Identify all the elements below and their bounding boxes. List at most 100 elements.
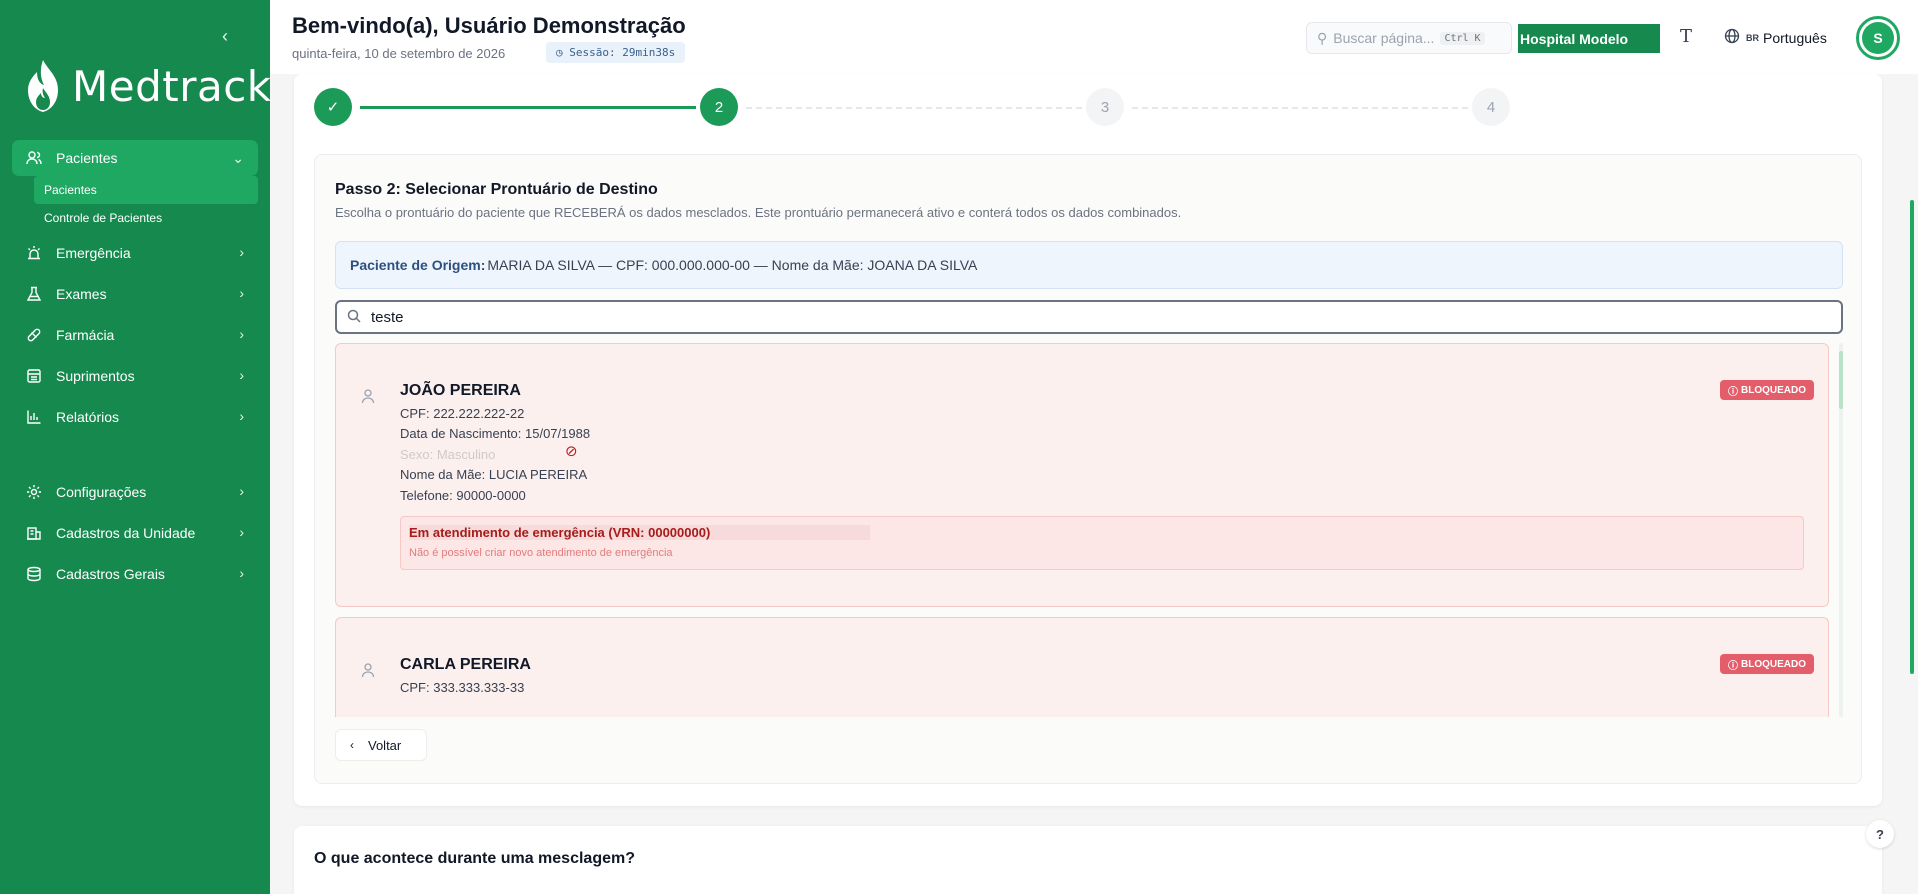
building-icon [24, 523, 44, 543]
chevron-right-icon: › [239, 408, 244, 424]
language-selector[interactable]: BR Português [1724, 28, 1827, 47]
emergency-alert-subtitle: Não é possível criar novo atendimento de… [409, 547, 673, 559]
font-size-icon[interactable]: T [1680, 26, 1692, 47]
patient-search-input[interactable]: teste [335, 300, 1843, 334]
sidebar-item-suprimentos[interactable]: Suprimentos › [0, 355, 270, 396]
chevron-right-icon: › [239, 285, 244, 301]
step-description: Escolha o prontuário do paciente que REC… [335, 205, 1182, 220]
users-icon [24, 148, 44, 168]
sidebar-item-label: Farmácia [56, 326, 115, 343]
patient-name: CARLA PEREIRA [400, 656, 531, 673]
results-scrollbar-thumb[interactable] [1839, 351, 1843, 409]
help-icon[interactable]: ? [1866, 820, 1894, 848]
search-icon: ⚲ [1317, 29, 1328, 46]
database-icon [24, 564, 44, 584]
sidebar-item-exames[interactable]: Exames › [0, 273, 270, 314]
avatar-initial: S [1862, 22, 1894, 54]
sidebar-item-label: Emergência [56, 244, 131, 261]
medtrack-flame-icon [28, 60, 58, 112]
sidebar-nav: Pacientes ⌄ Pacientes Controle de Pacien… [0, 140, 270, 594]
sidebar-item-emergencia[interactable]: Emergência › [0, 232, 270, 273]
blocked-badge-text: BLOQUEADO [1741, 384, 1806, 396]
patient-mother-name: Nome da Mãe: LUCIA PEREIRA [400, 467, 588, 482]
search-icon [347, 309, 361, 326]
origin-value: MARIA DA SILVA — CPF: 000.000.000-00 — N… [487, 257, 978, 273]
chevron-down-icon: ⌄ [232, 150, 244, 166]
patient-name: JOÃO PEREIRA [400, 382, 521, 399]
sidebar-subitem-controle-pacientes[interactable]: Controle de Pacientes [34, 204, 270, 232]
patient-cpf: CPF: 333.333.333-33 [400, 680, 525, 695]
chevron-left-icon: ‹ [350, 738, 354, 752]
step-connector-1 [360, 106, 696, 109]
step-2-current[interactable]: 2 [700, 88, 738, 126]
page-scrollbar[interactable] [1910, 200, 1914, 674]
sidebar-subitem-pacientes[interactable]: Pacientes [34, 176, 258, 204]
search-results-list[interactable]: JOÃO PEREIRA ⓘ BLOQUEADO CPF: 222.222.222… [335, 343, 1843, 717]
chevron-right-icon: › [239, 524, 244, 540]
chevron-right-icon: › [239, 565, 244, 581]
sidebar-item-label: Suprimentos [56, 367, 135, 384]
chevron-right-icon: › [239, 326, 244, 342]
blocked-badge-text: BLOQUEADO [1741, 658, 1806, 670]
user-avatar[interactable]: S [1856, 16, 1900, 60]
sidebar-item-cadastros-gerais[interactable]: Cadastros Gerais › [0, 553, 270, 594]
sidebar-item-relatorios[interactable]: Relatórios › [0, 396, 270, 437]
back-button-label: Voltar [368, 737, 402, 753]
box-icon [24, 366, 44, 386]
sidebar-item-label: Pacientes [56, 150, 118, 166]
step-2-panel: Passo 2: Selecionar Prontuário de Destin… [314, 154, 1862, 784]
sidebar-item-cadastros-unidade[interactable]: Cadastros da Unidade › [0, 512, 270, 553]
siren-icon [24, 243, 44, 263]
chevron-right-icon: › [239, 367, 244, 383]
step-4: 4 [1472, 88, 1510, 126]
globe-icon [1724, 28, 1740, 47]
user-icon [360, 662, 376, 683]
check-icon: ✓ [326, 99, 340, 116]
step-connector-2 [746, 107, 1082, 109]
page-search-placeholder: Buscar página... [1333, 30, 1435, 46]
back-button[interactable]: ‹ Voltar [335, 729, 427, 761]
welcome-title: Bem-vindo(a), Usuário Demonstração [292, 13, 686, 38]
merge-wizard-card: ✓ 2 3 4 Passo 2: Selecionar Prontuário d… [294, 74, 1882, 806]
patient-result-card[interactable]: CARLA PEREIRA ⓘ BLOQUEADO CPF: 333.333.33… [335, 617, 1829, 717]
merge-info-question: O que acontece durante uma mesclagem? [314, 850, 635, 867]
session-timer-text: Sessão: 29min38s [569, 46, 676, 59]
hospital-selector[interactable]: Hospital Modelo [1518, 24, 1660, 53]
sidebar-item-configuracoes[interactable]: Configurações › [0, 471, 270, 512]
sidebar-item-pacientes[interactable]: Pacientes ⌄ [12, 140, 258, 176]
step-title: Passo 2: Selecionar Prontuário de Destin… [335, 181, 658, 198]
patient-sex: Sexo: Masculino [400, 447, 496, 462]
flask-icon [24, 284, 44, 304]
session-timer: ◷ Sessão: 29min38s [546, 42, 686, 63]
alert-circle-icon: ⓘ [1728, 660, 1738, 672]
clock-icon: ◷ [556, 46, 570, 59]
top-header: Bem-vindo(a), Usuário Demonstração quint… [270, 0, 1918, 74]
sidebar-item-label: Configurações [56, 483, 147, 500]
user-icon [360, 388, 376, 409]
gear-icon [24, 482, 44, 502]
sidebar: ‹ Medtrack Pacientes ⌄ Pacientes Control… [0, 0, 272, 894]
merge-info-card: O que acontece durante uma mesclagem? [294, 826, 1882, 894]
search-shortcut-hint: Ctrl K [1440, 31, 1485, 45]
page-search-input[interactable]: ⚲ Buscar página... Ctrl K [1306, 22, 1512, 54]
sidebar-item-label: Cadastros da Unidade [56, 524, 196, 541]
sidebar-item-label: Relatórios [56, 408, 120, 425]
wizard-stepper: ✓ 2 3 4 [314, 88, 1514, 128]
step-1-done[interactable]: ✓ [314, 88, 352, 126]
patient-birthdate: Data de Nascimento: 15/07/1988 [400, 426, 591, 441]
step-3: 3 [1086, 88, 1124, 126]
patient-search-value: teste [371, 308, 404, 326]
patient-result-card[interactable]: JOÃO PEREIRA ⓘ BLOQUEADO CPF: 222.222.222… [335, 343, 1829, 607]
pill-icon [24, 325, 44, 345]
collapse-sidebar-icon[interactable]: ‹ [222, 26, 228, 47]
sidebar-item-farmacia[interactable]: Farmácia › [0, 314, 270, 355]
logo: Medtrack [22, 58, 272, 114]
emergency-alert: Em atendimento de emergência (VRN: 00000… [400, 516, 1804, 570]
patient-phone: Telefone: 90000-0000 [400, 488, 526, 503]
patient-cpf: CPF: 222.222.222-22 [400, 406, 525, 421]
sidebar-item-label: Cadastros Gerais [56, 565, 165, 582]
flag-br-icon: BR [1746, 32, 1759, 43]
alert-circle-icon: ⓘ [1728, 386, 1738, 398]
chevron-right-icon: › [239, 483, 244, 499]
